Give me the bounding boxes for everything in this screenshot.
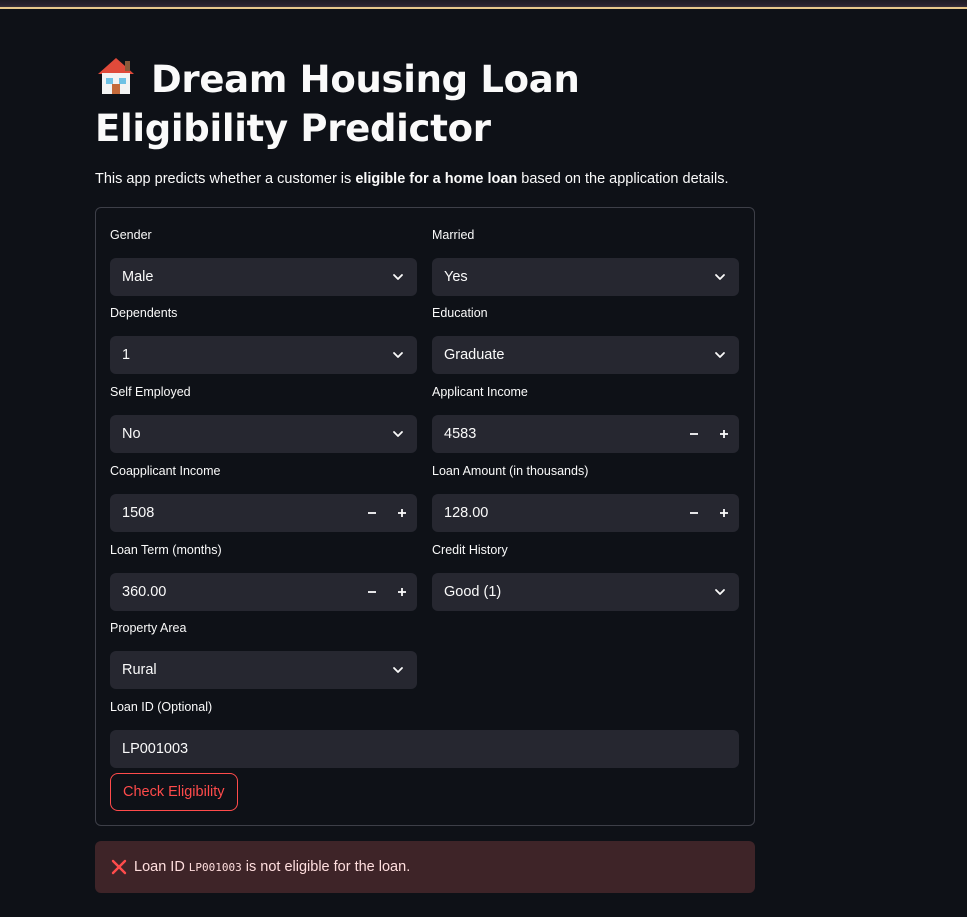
coapplicant-income-value: 1508 <box>122 505 155 521</box>
chevron-down-icon <box>715 352 725 358</box>
married-field: Married Yes <box>432 226 739 296</box>
property-area-field: Property Area Rural <box>110 619 417 689</box>
loan-amount-value: 128.00 <box>444 505 489 521</box>
self-employed-value: No <box>122 426 141 442</box>
minus-button[interactable] <box>679 494 709 532</box>
loan-amount-input[interactable]: 128.00 <box>432 494 739 532</box>
plus-icon <box>398 509 406 517</box>
minus-button[interactable] <box>357 494 387 532</box>
description-text: This app predicts whether a customer is <box>95 171 356 187</box>
minus-icon <box>368 512 376 514</box>
education-value: Graduate <box>444 347 505 363</box>
gender-label: Gender <box>110 228 152 242</box>
chevron-down-icon <box>393 667 403 673</box>
coapplicant-income-stepper <box>357 494 417 532</box>
credit-history-value: Good (1) <box>444 584 502 600</box>
loan-id-input[interactable]: LP001003 <box>110 730 739 768</box>
plus-icon <box>720 509 728 517</box>
top-decoration-bar <box>0 0 967 9</box>
applicant-income-input[interactable]: 4583 <box>432 415 739 453</box>
plus-button[interactable] <box>709 494 739 532</box>
dependents-select[interactable]: 1 <box>110 336 417 374</box>
plus-button[interactable] <box>387 573 417 611</box>
education-field: Education Graduate <box>432 304 739 374</box>
applicant-income-stepper <box>679 415 739 453</box>
coapplicant-income-input[interactable]: 1508 <box>110 494 417 532</box>
description-emphasis: eligible for a home loan <box>355 171 518 187</box>
property-area-label: Property Area <box>110 621 187 635</box>
credit-history-select[interactable]: Good (1) <box>432 573 739 611</box>
chevron-down-icon <box>393 431 403 437</box>
applicant-income-label: Applicant Income <box>432 385 528 399</box>
gender-select[interactable]: Male <box>110 258 417 296</box>
loan-form: Gender Male Married Yes Dependents 1 Edu… <box>95 207 755 826</box>
result-loan-id: LP001003 <box>188 861 242 874</box>
credit-history-label: Credit History <box>432 543 508 557</box>
check-eligibility-button[interactable]: Check Eligibility <box>110 773 238 811</box>
chevron-down-icon <box>715 274 725 280</box>
dependents-field: Dependents 1 <box>110 304 417 374</box>
self-employed-select[interactable]: No <box>110 415 417 453</box>
loan-term-value: 360.00 <box>122 584 167 600</box>
gender-value: Male <box>122 269 154 285</box>
education-label: Education <box>432 306 488 320</box>
page-title: Dream Housing Loan Eligibility Predictor <box>95 55 755 153</box>
loan-term-input[interactable]: 360.00 <box>110 573 417 611</box>
property-area-value: Rural <box>122 662 157 678</box>
minus-icon <box>368 591 376 593</box>
loan-id-field: Loan ID (Optional) LP001003 <box>110 698 739 768</box>
credit-history-field: Credit History Good (1) <box>432 541 739 611</box>
minus-icon <box>690 512 698 514</box>
result-text-suffix: is not eligible for the loan. <box>245 859 411 875</box>
applicant-income-field: Applicant Income 4583 <box>432 383 739 453</box>
loan-term-label: Loan Term (months) <box>110 543 222 557</box>
result-error-alert: Loan ID LP001003 is not eligible for the… <box>95 841 755 893</box>
plus-icon <box>720 430 728 438</box>
loan-id-value: LP001003 <box>122 741 189 757</box>
page-description: This app predicts whether a customer is … <box>95 171 728 187</box>
minus-button[interactable] <box>679 415 709 453</box>
loan-amount-label: Loan Amount (in thousands) <box>432 464 589 478</box>
minus-button[interactable] <box>357 573 387 611</box>
house-icon <box>98 58 134 94</box>
minus-icon <box>690 433 698 435</box>
dependents-value: 1 <box>122 347 131 363</box>
married-label: Married <box>432 228 475 242</box>
applicant-income-value: 4583 <box>444 426 477 442</box>
chevron-down-icon <box>393 352 403 358</box>
property-area-select[interactable]: Rural <box>110 651 417 689</box>
married-select[interactable]: Yes <box>432 258 739 296</box>
plus-icon <box>398 588 406 596</box>
loan-amount-stepper <box>679 494 739 532</box>
result-text-prefix: Loan ID <box>134 859 185 875</box>
gender-field: Gender Male <box>110 226 417 296</box>
chevron-down-icon <box>393 274 403 280</box>
loan-amount-field: Loan Amount (in thousands) 128.00 <box>432 462 739 532</box>
married-value: Yes <box>444 269 468 285</box>
description-text-end: based on the application details. <box>517 171 729 187</box>
coapplicant-income-label: Coapplicant Income <box>110 464 221 478</box>
loan-term-field: Loan Term (months) 360.00 <box>110 541 417 611</box>
chevron-down-icon <box>715 589 725 595</box>
page-title-text: Dream Housing Loan Eligibility Predictor <box>95 58 580 150</box>
loan-id-label: Loan ID (Optional) <box>110 700 213 714</box>
coapplicant-income-field: Coapplicant Income 1508 <box>110 462 417 532</box>
loan-term-stepper <box>357 573 417 611</box>
x-icon <box>111 859 127 875</box>
plus-button[interactable] <box>709 415 739 453</box>
dependents-label: Dependents <box>110 306 178 320</box>
education-select[interactable]: Graduate <box>432 336 739 374</box>
plus-button[interactable] <box>387 494 417 532</box>
self-employed-label: Self Employed <box>110 385 191 399</box>
self-employed-field: Self Employed No <box>110 383 417 453</box>
